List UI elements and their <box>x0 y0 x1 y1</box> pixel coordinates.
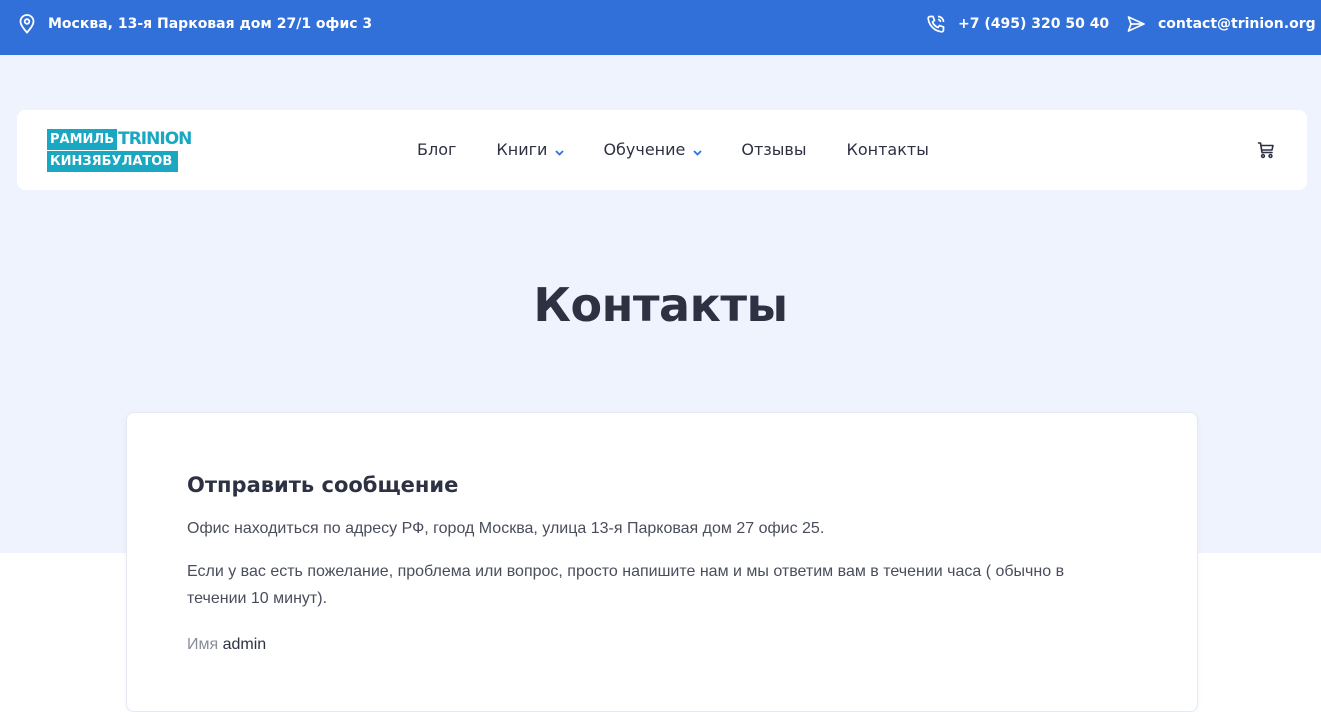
logo-text-last-name: КИНЗЯБУЛАТОВ <box>47 151 178 172</box>
cart-icon <box>1257 142 1275 163</box>
top-phone-text[interactable]: +7 (495) 320 50 40 <box>958 16 1109 32</box>
site-logo[interactable]: РАМИЛЬ TRINION КИНЗЯБУЛАТОВ <box>47 129 192 172</box>
nav-item-contacts[interactable]: Контакты <box>847 139 929 160</box>
nav-item-reviews[interactable]: Отзывы <box>741 139 806 160</box>
top-phone[interactable]: +7 (495) 320 50 40 <box>926 14 1109 34</box>
top-email[interactable]: contact@trinion.org <box>1126 14 1316 34</box>
name-field-value[interactable]: admin <box>223 636 267 653</box>
logo-text-first-name: РАМИЛЬ <box>47 129 118 150</box>
cart-button[interactable] <box>1257 141 1275 164</box>
nav-item-blog[interactable]: Блог <box>417 139 456 160</box>
map-pin-icon <box>18 14 36 34</box>
name-field-row: Имя admin <box>187 631 266 658</box>
nav-item-training[interactable]: Обучение <box>603 139 703 160</box>
name-field-label: Имя <box>187 636 219 653</box>
phone-icon <box>926 14 946 34</box>
chevron-down-icon <box>693 141 703 160</box>
page-title: Контакты <box>533 278 788 332</box>
send-icon <box>1126 14 1146 34</box>
main-navbar: РАМИЛЬ TRINION КИНЗЯБУЛАТОВ Блог Книги О… <box>17 110 1307 190</box>
top-email-text[interactable]: contact@trinion.org <box>1158 16 1316 32</box>
office-address-text: Офис находиться по адресу РФ, город Моск… <box>187 520 825 537</box>
nav-item-books[interactable]: Книги <box>496 139 565 160</box>
contact-form-card: Отправить сообщение Офис находиться по а… <box>126 412 1198 712</box>
logo-text-brand: TRINION <box>118 129 192 149</box>
contact-form-heading: Отправить сообщение <box>187 473 459 497</box>
chevron-down-icon <box>555 141 565 160</box>
top-address-text: Москва, 13-я Парковая дом 27/1 офис 3 <box>48 16 373 32</box>
top-contact-bar: Москва, 13-я Парковая дом 27/1 офис 3 +7… <box>0 0 1321 55</box>
top-address: Москва, 13-я Парковая дом 27/1 офис 3 <box>18 14 372 34</box>
nav-menu: Блог Книги Обучение Отзывы Контакты <box>417 139 929 160</box>
contact-intro-text: Если у вас есть пожелание, проблема или … <box>187 563 1065 607</box>
